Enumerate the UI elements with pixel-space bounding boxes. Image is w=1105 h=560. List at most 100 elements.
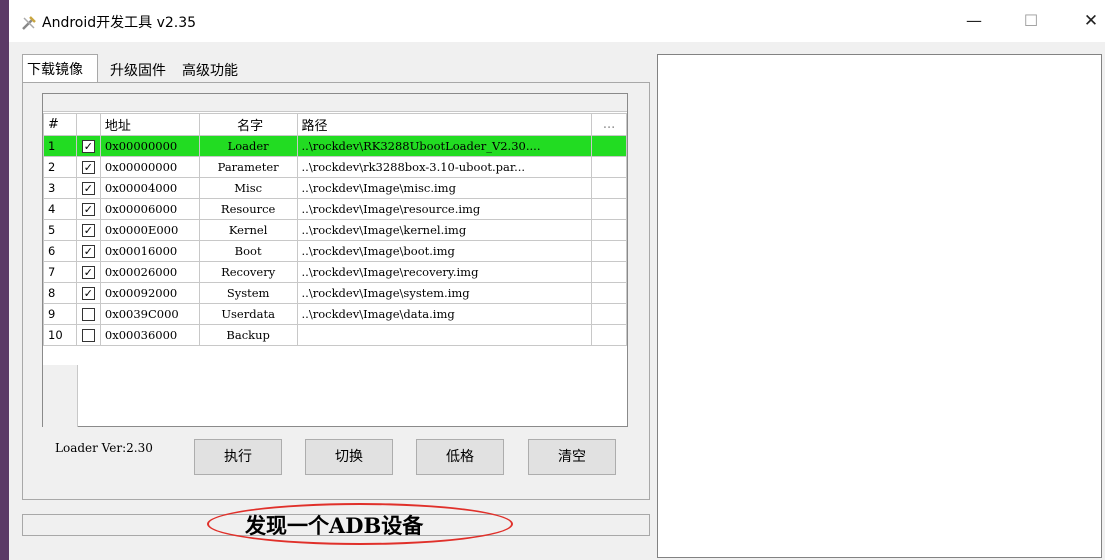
header-name[interactable]: 名字 <box>198 113 298 136</box>
status-bar: 发现一个ADB设备 <box>22 503 650 545</box>
row-address[interactable]: 0x00000000 <box>99 156 200 178</box>
row-address[interactable]: 0x0000E000 <box>99 219 200 241</box>
row-number: 5 <box>43 219 77 241</box>
row-browse[interactable] <box>591 156 627 178</box>
row-name[interactable]: System <box>198 282 298 304</box>
row-number: 6 <box>43 240 77 262</box>
client-area: 下载镜像 升级固件 高级功能 # 地址 名字 路径 ... 1 ✓ 0x0000… <box>9 42 1105 560</box>
download-image-panel: # 地址 名字 路径 ... 1 ✓ 0x00000000 Loader ..\… <box>22 82 650 500</box>
row-name[interactable]: Boot <box>198 240 298 262</box>
maximize-button[interactable]: ☐ <box>1016 8 1046 34</box>
row-number: 2 <box>43 156 77 178</box>
row-path[interactable]: ..\rockdev\Image\system.img <box>296 282 593 304</box>
table-row[interactable]: 8 ✓ 0x00092000 System ..\rockdev\Image\s… <box>43 282 627 304</box>
row-address[interactable]: 0x00006000 <box>99 198 200 220</box>
row-browse[interactable] <box>591 219 627 241</box>
title-bar: Android开发工具 v2.35 — ☐ ✕ <box>9 0 1105 42</box>
switch-button[interactable]: 切换 <box>305 439 393 475</box>
wrench-icon <box>22 16 36 30</box>
row-checkbox[interactable]: ✓ <box>81 224 95 238</box>
row-name[interactable]: Kernel <box>198 219 298 241</box>
row-name[interactable]: Misc <box>198 177 298 199</box>
row-name[interactable]: Backup <box>198 324 298 346</box>
row-address[interactable]: 0x00000000 <box>99 135 200 157</box>
row-name[interactable]: Resource <box>198 198 298 220</box>
row-path[interactable] <box>296 324 593 346</box>
row-checkbox[interactable]: ✓ <box>81 203 95 217</box>
row-address[interactable]: 0x00036000 <box>99 324 200 346</box>
table-row[interactable]: 10 0x00036000 Backup <box>43 324 627 346</box>
window-title: Android开发工具 v2.35 <box>42 15 197 31</box>
row-browse[interactable] <box>591 261 627 283</box>
row-name[interactable]: Userdata <box>198 303 298 325</box>
row-checkbox[interactable] <box>81 308 95 322</box>
row-browse[interactable] <box>591 303 627 325</box>
row-path[interactable]: ..\rockdev\Image\recovery.img <box>296 261 593 283</box>
table-row[interactable]: 5 ✓ 0x0000E000 Kernel ..\rockdev\Image\k… <box>43 219 627 241</box>
table-row[interactable]: 3 ✓ 0x00004000 Misc ..\rockdev\Image\mis… <box>43 177 627 199</box>
row-path[interactable]: ..\rockdev\Image\resource.img <box>296 198 593 220</box>
row-address[interactable]: 0x00026000 <box>99 261 200 283</box>
row-browse[interactable] <box>591 177 627 199</box>
row-address[interactable]: 0x0039C000 <box>99 303 200 325</box>
row-checkbox[interactable]: ✓ <box>81 161 95 175</box>
row-number: 4 <box>43 198 77 220</box>
table-row[interactable]: 2 ✓ 0x00000000 Parameter ..\rockdev\rk32… <box>43 156 627 178</box>
tab-download-image[interactable]: 下载镜像 <box>22 54 98 82</box>
row-address[interactable]: 0x00004000 <box>99 177 200 199</box>
row-number: 8 <box>43 282 77 304</box>
row-name[interactable]: Recovery <box>198 261 298 283</box>
row-checkbox[interactable]: ✓ <box>81 287 95 301</box>
header-check[interactable] <box>75 113 101 136</box>
partition-table[interactable]: # 地址 名字 路径 ... 1 ✓ 0x00000000 Loader ..\… <box>42 93 628 427</box>
row-number: 7 <box>43 261 77 283</box>
table-row[interactable]: 1 ✓ 0x00000000 Loader ..\rockdev\RK3288U… <box>43 135 627 157</box>
row-path[interactable]: ..\rockdev\Image\data.img <box>296 303 593 325</box>
partition-grid: # 地址 名字 路径 ... 1 ✓ 0x00000000 Loader ..\… <box>43 113 627 346</box>
header-num[interactable]: # <box>43 113 77 136</box>
tab-upgrade-firmware[interactable]: 升级固件 <box>106 56 178 82</box>
row-path[interactable]: ..\rockdev\Image\boot.img <box>296 240 593 262</box>
row-checkbox[interactable] <box>81 329 95 343</box>
header-more[interactable]: ... <box>591 113 627 136</box>
row-number: 9 <box>43 303 77 325</box>
row-browse[interactable] <box>591 135 627 157</box>
row-number: 3 <box>43 177 77 199</box>
row-checkbox[interactable]: ✓ <box>81 266 95 280</box>
table-header-row: # 地址 名字 路径 ... <box>43 113 627 136</box>
execute-button[interactable]: 执行 <box>194 439 282 475</box>
table-row[interactable]: 4 ✓ 0x00006000 Resource ..\rockdev\Image… <box>43 198 627 220</box>
row-address[interactable]: 0x00016000 <box>99 240 200 262</box>
row-name[interactable]: Parameter <box>198 156 298 178</box>
row-number: 1 <box>43 135 77 157</box>
tab-advanced[interactable]: 高级功能 <box>178 56 258 82</box>
row-checkbox[interactable]: ✓ <box>81 182 95 196</box>
row-path[interactable]: ..\rockdev\Image\misc.img <box>296 177 593 199</box>
window-left-border <box>0 0 9 560</box>
row-checkbox[interactable]: ✓ <box>81 140 95 154</box>
row-path[interactable]: ..\rockdev\RK3288UbootLoader_V2.30.... <box>296 135 593 157</box>
row-path[interactable]: ..\rockdev\Image\kernel.img <box>296 219 593 241</box>
row-browse[interactable] <box>591 282 627 304</box>
table-row[interactable]: 7 ✓ 0x00026000 Recovery ..\rockdev\Image… <box>43 261 627 283</box>
log-panel[interactable] <box>657 54 1102 558</box>
clear-button[interactable]: 清空 <box>528 439 616 475</box>
row-path[interactable]: ..\rockdev\rk3288box-3.10-uboot.par... <box>296 156 593 178</box>
close-button[interactable]: ✕ <box>1076 8 1105 34</box>
minimize-button[interactable]: — <box>959 8 989 34</box>
loader-version: Loader Ver:2.30 <box>55 441 153 455</box>
header-address[interactable]: 地址 <box>99 113 200 136</box>
table-header-strip <box>43 94 627 112</box>
status-text: 发现一个ADB设备 <box>245 513 424 538</box>
table-row[interactable]: 9 0x0039C000 Userdata ..\rockdev\Image\d… <box>43 303 627 325</box>
header-path[interactable]: 路径 <box>296 113 593 136</box>
table-empty-gutter <box>43 365 78 427</box>
low-format-button[interactable]: 低格 <box>416 439 504 475</box>
row-browse[interactable] <box>591 324 627 346</box>
row-address[interactable]: 0x00092000 <box>99 282 200 304</box>
row-name[interactable]: Loader <box>198 135 298 157</box>
table-row[interactable]: 6 ✓ 0x00016000 Boot ..\rockdev\Image\boo… <box>43 240 627 262</box>
row-browse[interactable] <box>591 198 627 220</box>
row-checkbox[interactable]: ✓ <box>81 245 95 259</box>
row-browse[interactable] <box>591 240 627 262</box>
